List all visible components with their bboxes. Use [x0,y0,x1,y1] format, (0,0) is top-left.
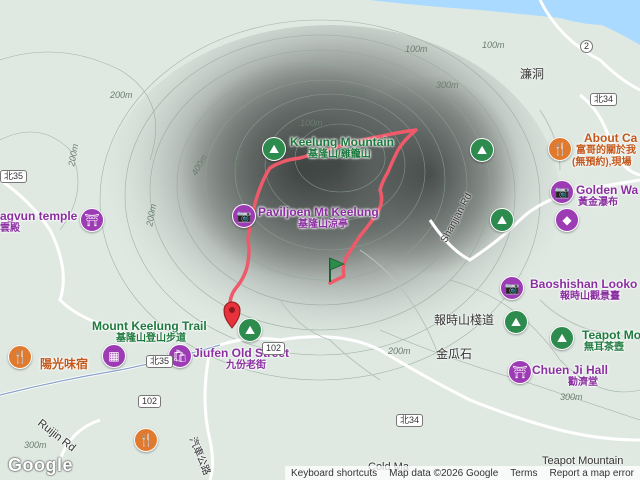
peak-name-en[interactable]: Keelung Mountain [290,136,394,148]
contour-label: 300m [344,86,367,96]
park-poi-icon-3[interactable]: ⛰ [550,326,574,350]
terms-link[interactable]: Terms [510,468,537,479]
chuenji-zh: 勸濟堂 [568,377,598,388]
baoshishan-zh: 報時山觀景臺 [560,291,620,302]
road-badge: 北35 [0,170,28,183]
hotel-poi-icon[interactable]: ▦ [102,344,126,368]
about-zh-1: 富哥的關於我 [576,145,636,156]
golden-en[interactable]: Golden Wa [576,184,638,196]
trail-name-zh: 基隆山登山步道 [116,333,186,344]
old-street-zh: 九份老街 [226,360,266,371]
temple-poi-icon[interactable]: ⛩ [80,208,104,232]
mountain-poi-icon[interactable]: ⛰ [262,137,286,161]
camera-poi-icon[interactable]: 📷 [232,204,256,228]
road-badge: 102 [138,395,162,408]
temple-name-en[interactable]: agvun temple [0,210,77,222]
baoshishan-trail-label: 報時山棧道 [434,313,495,327]
peak-name-zh: 基隆山/雞籠山 [308,149,371,160]
teapot-en[interactable]: Teapot Mo [582,329,640,341]
restaurant-poi-icon-2[interactable]: 🍴 [8,345,32,369]
pavilion-name-en[interactable]: Paviljoen Mt Keelung [258,206,379,218]
road-badge: 102 [262,342,286,355]
lianhdong-label: 濂洞 [520,67,545,81]
road-badge: 2 [580,40,594,53]
road-badge: 北34 [590,93,618,106]
camera-poi-icon-3[interactable]: 📷 [500,276,524,300]
sunshine-zh[interactable]: 陽光味宿 [40,358,88,370]
attraction-poi-icon[interactable]: ◆ [555,208,579,232]
teapot-zh: 無耳茶壺 [584,342,624,353]
contour-label: 300m [436,80,459,90]
trail-poi-icon[interactable]: ⛰ [238,318,262,342]
temple-name-zh: 雲殿 [0,223,20,234]
road-badge: 北34 [396,414,424,427]
restaurant-poi-icon[interactable]: 🍴 [548,137,572,161]
contour-label: 100m [300,118,323,128]
contour-label: 300m [560,392,583,402]
park-poi-icon[interactable]: ⛰ [470,138,494,162]
google-logo: Google [8,455,73,475]
chuenji-en[interactable]: Chuen Ji Hall [532,364,608,376]
about-zh-2: (無預約),現場 [572,157,632,168]
jinguashi-label: 金瓜石 [436,347,473,361]
contour-label: 200m [388,346,411,356]
map-footer: Keyboard shortcuts Map data ©2026 Google… [284,466,640,480]
park-poi-icon-2[interactable]: ⛰ [504,310,528,334]
road-badge: 北35 [146,355,174,368]
baoshishan-en[interactable]: Baoshishan Looko [530,278,637,290]
restaurant-poi-icon-3[interactable]: 🍴 [134,428,158,452]
golden-zh: 黃金瀑布 [578,197,618,208]
park-poi-icon-4[interactable]: ⛰ [490,208,514,232]
report-error-link[interactable]: Report a map error [550,468,634,479]
map-data-text: Map data ©2026 Google [389,467,499,479]
contour-label: 100m [405,44,428,54]
pavilion-name-zh: 基隆山涼亭 [298,219,348,230]
keyboard-shortcuts-link[interactable]: Keyboard shortcuts [291,468,377,479]
contour-label: 200m [110,90,133,100]
about-en[interactable]: About Ca [584,132,637,144]
contour-label: 100m [482,40,505,50]
temple-poi-icon-2[interactable]: ⛩ [508,360,532,384]
trail-name-en[interactable]: Mount Keelung Trail [92,320,207,332]
camera-poi-icon-2[interactable]: 📷 [550,180,574,204]
contour-label: 300m [24,440,47,450]
